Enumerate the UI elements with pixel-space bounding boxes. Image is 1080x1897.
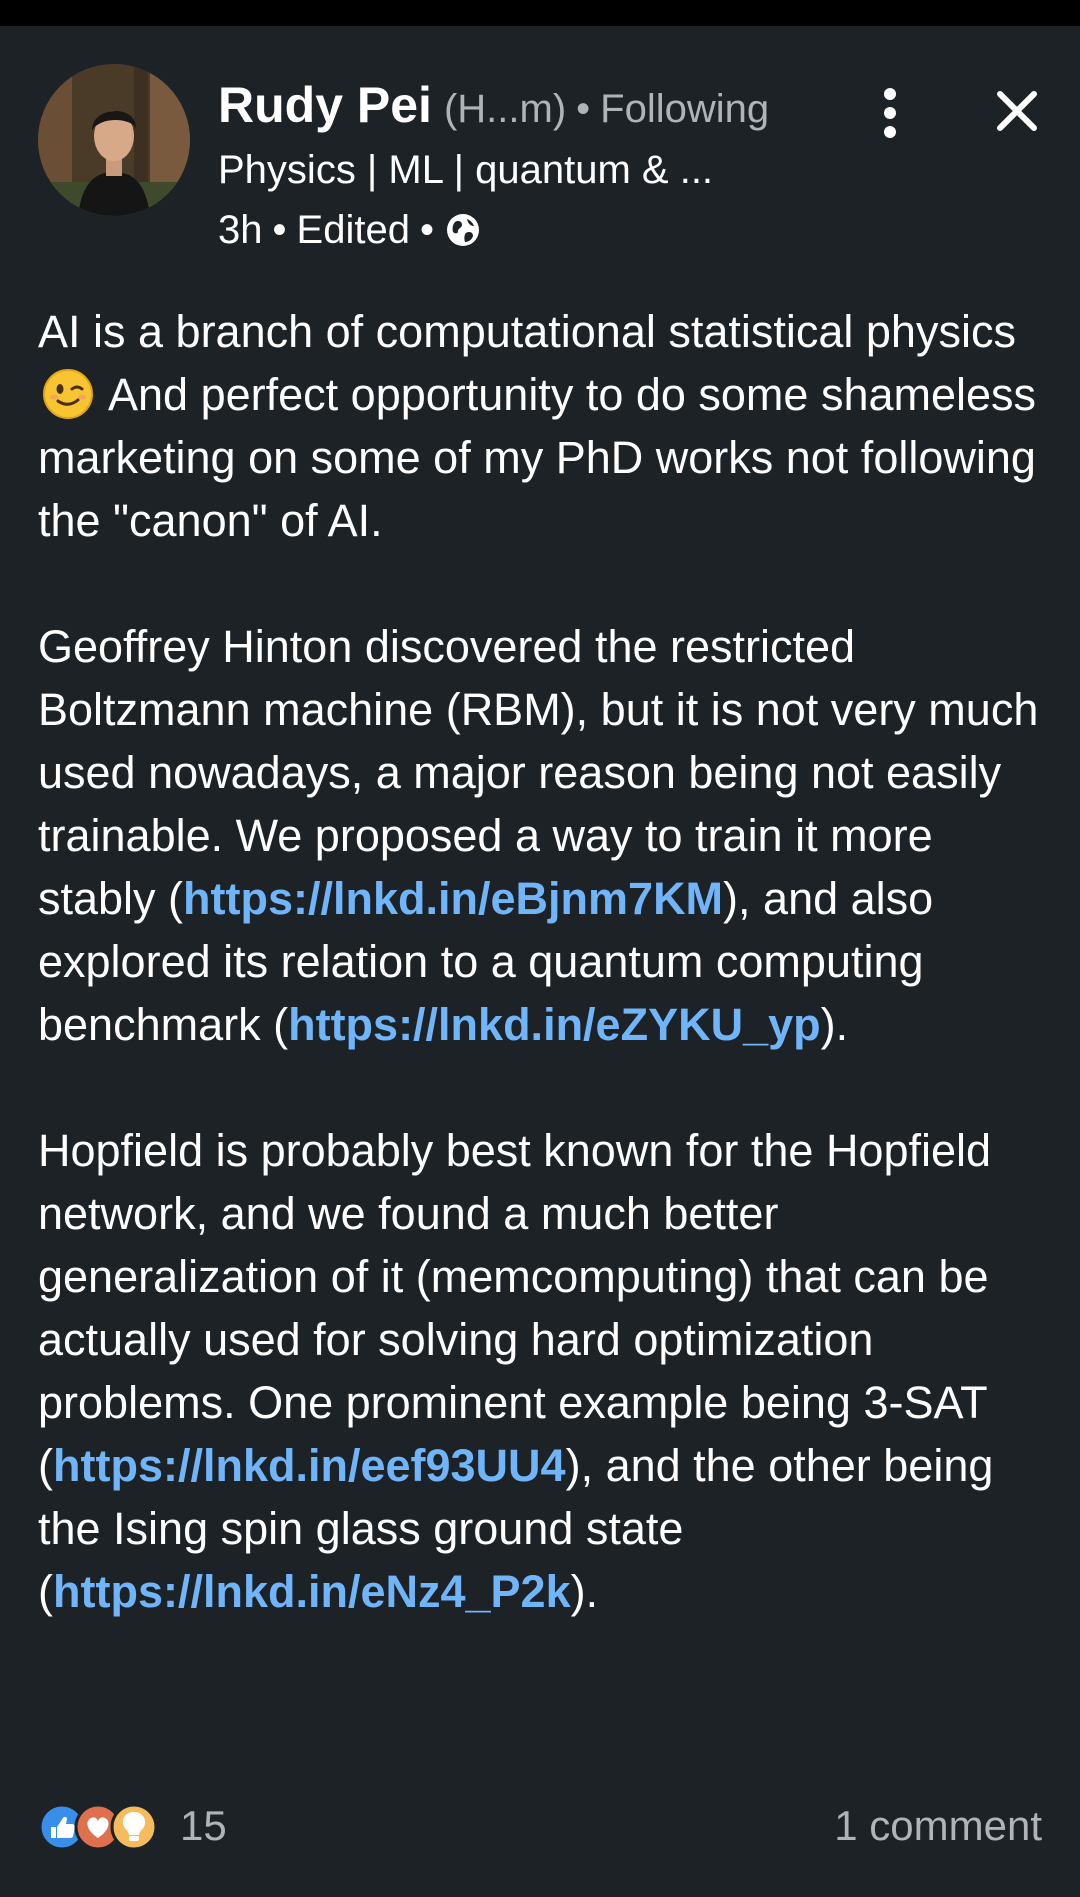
winking-face-emoji <box>42 368 94 420</box>
post-paragraph: Geoffrey Hinton discovered the restricte… <box>38 615 1048 1056</box>
author-avatar[interactable] <box>38 64 190 216</box>
post-link[interactable]: https://lnkd.in/eef93UU4 <box>53 1440 566 1491</box>
post-card: Rudy Pei (H...m) • Following Physics | M… <box>0 26 1080 1897</box>
post-link[interactable]: https://lnkd.in/eBjnm7KM <box>183 873 723 924</box>
post-text: Hopfield is probably best known for the … <box>38 1125 992 1491</box>
author-name[interactable]: Rudy Pei <box>218 76 432 134</box>
post-meta: 3h • Edited • <box>218 204 858 256</box>
author-line: Rudy Pei (H...m) • Following <box>218 76 858 140</box>
post-paragraph: Hopfield is probably best known for the … <box>38 1119 1048 1623</box>
separator-dot: • <box>419 207 434 252</box>
close-icon <box>997 91 1037 131</box>
post-footer: 15 1 comment <box>38 1796 1042 1858</box>
post-text: And perfect opportunity to do some shame… <box>38 369 1037 546</box>
close-button[interactable] <box>990 84 1044 138</box>
status-bar <box>0 0 1080 26</box>
post-header: Rudy Pei (H...m) • Following Physics | M… <box>218 76 858 256</box>
reaction-count[interactable]: 15 <box>180 1802 227 1850</box>
post-text: ). <box>570 1566 599 1617</box>
post-link[interactable]: https://lnkd.in/eZYKU_yp <box>288 999 821 1050</box>
comment-count[interactable]: 1 comment <box>834 1802 1042 1850</box>
globe-icon <box>446 213 480 247</box>
reactions-summary[interactable] <box>38 1800 174 1854</box>
edited-label: Edited <box>296 207 410 252</box>
separator-dot: • <box>576 87 591 131</box>
follow-status[interactable]: Following <box>600 87 769 132</box>
author-headline: Physics | ML | quantum & ... <box>218 148 714 192</box>
post-time: 3h <box>218 207 263 252</box>
post-text: AI is a branch of computational statisti… <box>38 306 1016 357</box>
insightful-reaction-icon <box>110 1803 158 1851</box>
post-paragraph: AI is a branch of computational statisti… <box>38 300 1048 552</box>
more-options-button[interactable] <box>868 80 912 154</box>
avatar-image <box>38 64 190 216</box>
post-link[interactable]: https://lnkd.in/eNz4_P2k <box>53 1566 571 1617</box>
author-handle: (H...m) <box>443 87 567 131</box>
more-vertical-icon <box>884 88 896 138</box>
post-text: ). <box>820 999 849 1050</box>
separator-dot: • <box>272 207 287 252</box>
post-body: AI is a branch of computational statisti… <box>38 300 1048 1623</box>
